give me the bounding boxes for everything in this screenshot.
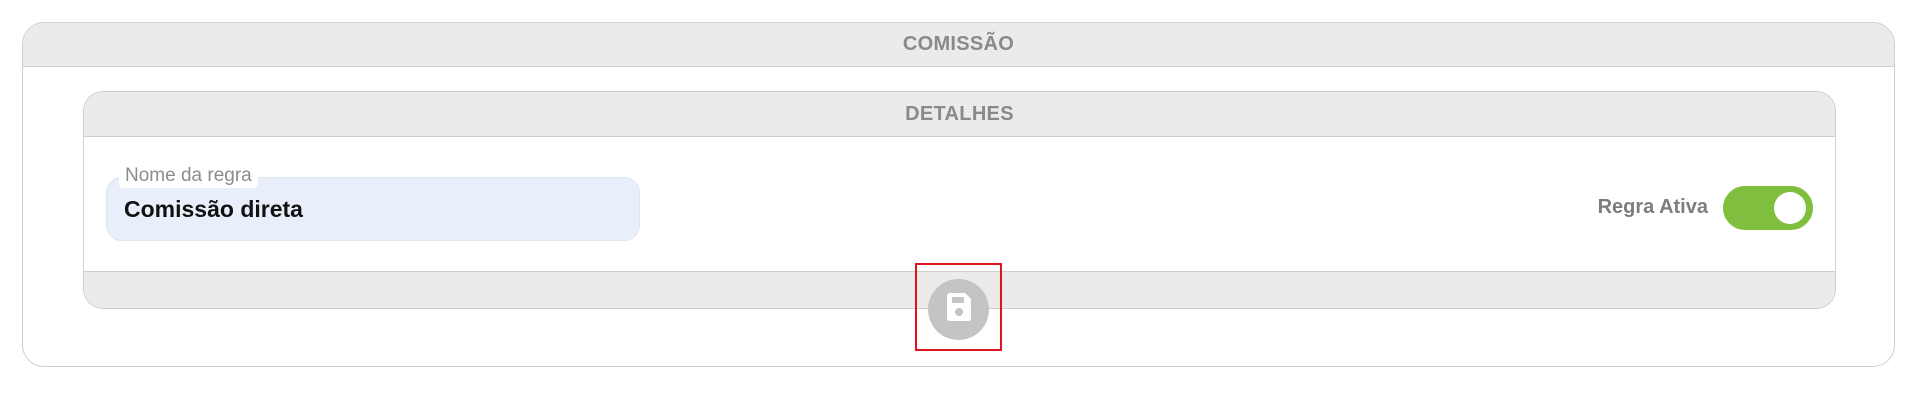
active-rule-label: Regra Ativa bbox=[1597, 196, 1708, 218]
rule-name-label: Nome da regra bbox=[119, 164, 258, 188]
rule-name-field[interactable]: Nome da regra bbox=[106, 164, 640, 241]
rule-name-input[interactable] bbox=[124, 195, 604, 223]
active-rule-toggle[interactable] bbox=[1723, 186, 1813, 230]
toggle-knob bbox=[1774, 192, 1806, 224]
commission-title: COMISSÃO bbox=[902, 33, 1015, 55]
save-button[interactable] bbox=[928, 279, 989, 340]
commission-header: COMISSÃO bbox=[23, 23, 1894, 67]
details-title: DETALHES bbox=[905, 102, 1014, 125]
details-header: DETALHES bbox=[84, 92, 1835, 137]
floppy-disk-icon bbox=[946, 292, 972, 327]
